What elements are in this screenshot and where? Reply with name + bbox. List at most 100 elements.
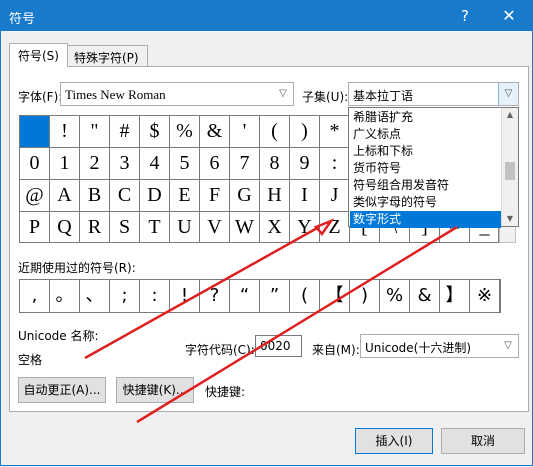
- symbol-cell[interactable]: %: [170, 116, 200, 148]
- cancel-button[interactable]: 取消: [441, 428, 525, 454]
- scroll-down-icon[interactable]: ▼: [502, 212, 518, 226]
- symbol-cell[interactable]: 8: [260, 148, 290, 180]
- from-label: 来自(M):: [312, 343, 360, 357]
- symbol-cell[interactable]: 2: [80, 148, 110, 180]
- symbol-cell[interactable]: W: [230, 212, 260, 242]
- char-code-input[interactable]: 0020: [255, 335, 302, 357]
- shortcut-label: 快捷键:: [205, 385, 246, 399]
- symbol-cell[interactable]: 6: [200, 148, 230, 180]
- font-select-value: Times New Roman: [65, 87, 166, 102]
- symbol-cell[interactable]: ): [290, 116, 320, 148]
- recent-symbol-cell[interactable]: ): [350, 280, 380, 312]
- symbol-cell[interactable]: &: [200, 116, 230, 148]
- symbol-cell[interactable]: Z: [320, 212, 350, 242]
- recent-symbol-cell[interactable]: %: [380, 280, 410, 312]
- recent-symbol-cell[interactable]: 。: [50, 280, 80, 312]
- subset-option[interactable]: 货币符号: [350, 160, 501, 177]
- symbol-cell[interactable]: 4: [140, 148, 170, 180]
- char-code-value: 0020: [260, 339, 291, 353]
- recent-symbol-cell[interactable]: ※: [470, 280, 500, 312]
- symbol-cell[interactable]: 7: [230, 148, 260, 180]
- scroll-up-icon[interactable]: ▲: [502, 108, 518, 122]
- recent-symbol-cell[interactable]: ?: [200, 280, 230, 312]
- chevron-down-icon[interactable]: ▽: [498, 335, 518, 357]
- recent-symbol-cell[interactable]: (: [290, 280, 320, 312]
- recent-symbol-cell[interactable]: 【: [320, 280, 350, 312]
- recent-symbol-cell[interactable]: “: [230, 280, 260, 312]
- symbol-cell[interactable]: U: [170, 212, 200, 242]
- subset-option[interactable]: 数字形式: [350, 211, 501, 228]
- symbol-cell[interactable]: E: [170, 180, 200, 212]
- recent-symbols-grid[interactable]: ,。、;:!? “”(【)% &】 ※: [19, 279, 501, 313]
- from-select[interactable]: Unicode(十六进制) ▽: [360, 334, 519, 358]
- unicode-name-label: Unicode 名称:: [18, 329, 99, 343]
- subset-select[interactable]: 基本拉丁语 ▽: [348, 82, 519, 106]
- symbol-cell[interactable]: C: [110, 180, 140, 212]
- font-label: 字体(F):: [18, 90, 63, 104]
- symbol-cell[interactable]: T: [140, 212, 170, 242]
- symbol-cell[interactable]: A: [50, 180, 80, 212]
- symbol-cell[interactable]: !: [50, 116, 80, 148]
- help-icon[interactable]: ?: [447, 1, 483, 31]
- shortcut-key-button[interactable]: 快捷键(K)...: [116, 377, 194, 403]
- symbol-cell[interactable]: 9: [290, 148, 320, 180]
- symbol-cell[interactable]: ": [80, 116, 110, 148]
- subset-option[interactable]: 类似字母的符号: [350, 194, 501, 211]
- symbol-cell[interactable]: X: [260, 212, 290, 242]
- symbol-cell[interactable]: *: [320, 116, 350, 148]
- symbol-cell[interactable]: Q: [50, 212, 80, 242]
- recent-symbol-cell[interactable]: &: [410, 280, 440, 312]
- subset-option[interactable]: 广义标点: [350, 126, 501, 143]
- symbol-cell[interactable]: $: [140, 116, 170, 148]
- subset-select-value: 基本拉丁语: [353, 89, 414, 103]
- symbol-cell[interactable]: [20, 116, 50, 148]
- symbol-cell[interactable]: I: [290, 180, 320, 212]
- window-title: 符号: [9, 12, 36, 27]
- symbol-cell[interactable]: Y: [290, 212, 320, 242]
- symbol-cell[interactable]: G: [230, 180, 260, 212]
- title-bar: 符号 ? ✕: [1, 1, 532, 31]
- chevron-down-icon[interactable]: ▽: [273, 83, 293, 105]
- subset-dropdown-scrollbar[interactable]: ▲ ▼: [501, 108, 518, 226]
- scroll-thumb[interactable]: [505, 162, 515, 180]
- subset-dropdown-list[interactable]: ▲ ▼ 希腊语扩充 广义标点 上标和下标 货币符号 符号组合用发音符 类似字母的符号 数字形…: [348, 107, 519, 228]
- symbol-cell[interactable]: (: [260, 116, 290, 148]
- symbol-cell[interactable]: V: [200, 212, 230, 242]
- symbol-cell[interactable]: #: [110, 116, 140, 148]
- subset-label: 子集(U):: [302, 90, 349, 104]
- symbol-cell[interactable]: ': [230, 116, 260, 148]
- symbol-cell[interactable]: 3: [110, 148, 140, 180]
- recent-symbol-cell[interactable]: ,: [20, 280, 50, 312]
- recent-symbol-cell[interactable]: ;: [110, 280, 140, 312]
- symbol-cell[interactable]: :: [320, 148, 350, 180]
- symbol-cell[interactable]: J: [320, 180, 350, 212]
- autocorrect-button[interactable]: 自动更正(A)...: [18, 377, 106, 403]
- symbol-cell[interactable]: F: [200, 180, 230, 212]
- symbol-cell[interactable]: 0: [20, 148, 50, 180]
- recent-symbol-cell[interactable]: :: [140, 280, 170, 312]
- recent-symbol-cell[interactable]: 】: [440, 280, 470, 312]
- from-select-value: Unicode(十六进制): [365, 341, 472, 355]
- symbol-cell[interactable]: D: [140, 180, 170, 212]
- recent-symbol-cell[interactable]: !: [170, 280, 200, 312]
- symbol-cell[interactable]: 5: [170, 148, 200, 180]
- subset-option[interactable]: 希腊语扩充: [350, 109, 501, 126]
- close-icon[interactable]: ✕: [491, 1, 527, 31]
- insert-button[interactable]: 插入(I): [355, 428, 433, 454]
- symbol-cell[interactable]: 1: [50, 148, 80, 180]
- chevron-down-icon[interactable]: ▽: [498, 83, 518, 105]
- tab-symbols[interactable]: 符号(S): [9, 43, 68, 67]
- recent-symbol-cell[interactable]: ”: [260, 280, 290, 312]
- subset-option[interactable]: 上标和下标: [350, 143, 501, 160]
- symbol-cell[interactable]: S: [110, 212, 140, 242]
- symbol-cell[interactable]: H: [260, 180, 290, 212]
- char-code-label: 字符代码(C):: [185, 343, 255, 357]
- symbol-cell[interactable]: R: [80, 212, 110, 242]
- symbol-cell[interactable]: @: [20, 180, 50, 212]
- recent-symbol-cell[interactable]: 、: [80, 280, 110, 312]
- font-select[interactable]: Times New Roman ▽: [60, 82, 294, 106]
- symbol-cell[interactable]: P: [20, 212, 50, 242]
- subset-option[interactable]: 符号组合用发音符: [350, 177, 501, 194]
- tab-special-characters[interactable]: 特殊字符(P): [65, 45, 148, 67]
- symbol-cell[interactable]: B: [80, 180, 110, 212]
